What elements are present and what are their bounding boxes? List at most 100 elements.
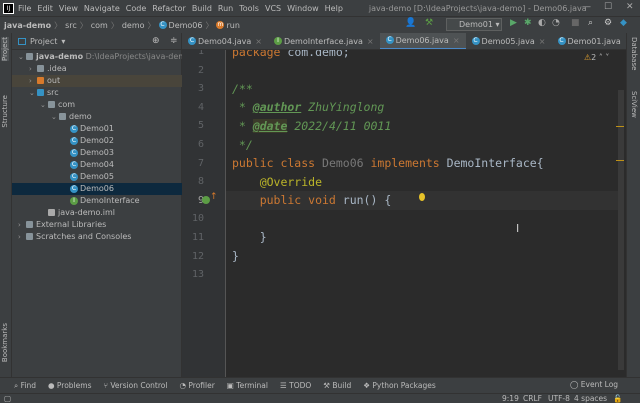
menu-window[interactable]: Window [287, 4, 319, 13]
tree-item[interactable]: C Demo03 [12, 147, 182, 159]
search-icon[interactable]: ⌕ [588, 18, 593, 28]
build-hammer-icon[interactable]: ⚒ [425, 18, 433, 28]
line-number: 9 [197, 194, 204, 206]
stop-icon[interactable]: ■ [571, 18, 580, 28]
line-number: 2 [197, 64, 204, 76]
chevron-down-icon[interactable]: ⌄ [18, 51, 26, 63]
editor-tab[interactable]: C Demo05.java × [466, 33, 552, 49]
structure-tool-button[interactable]: Structure [1, 95, 9, 128]
breadcrumb-method[interactable]: run [226, 21, 239, 30]
toggle-tool-windows-icon[interactable]: ▢ [4, 394, 11, 403]
tool-window-build[interactable]: ⚒ Build [323, 381, 351, 390]
class-icon: C [158, 21, 167, 29]
indent-setting[interactable]: 4 spaces [574, 394, 607, 403]
profile-icon[interactable]: ◔ [552, 18, 560, 28]
sciview-tool-button[interactable]: SciView [630, 91, 638, 118]
menu-build[interactable]: Build [192, 4, 212, 13]
file-encoding[interactable]: UTF-8 [548, 394, 570, 403]
gear-icon[interactable]: ⚙ [604, 18, 612, 28]
line-separator[interactable]: CRLF [523, 394, 542, 403]
breadcrumb-src[interactable]: src [65, 21, 77, 30]
tree-item[interactable]: C Demo04 [12, 159, 182, 171]
tool-window-version-control[interactable]: ⑂ Version Control [103, 381, 167, 390]
menu-edit[interactable]: Edit [37, 4, 53, 13]
implements-method-icon[interactable] [202, 196, 210, 204]
maximize-button[interactable]: ☐ [604, 2, 612, 12]
menu-vcs[interactable]: VCS [265, 4, 281, 13]
run-icon[interactable]: ▶ [510, 18, 517, 28]
chevron-down-icon[interactable]: ⌄ [29, 87, 37, 99]
run-configuration-dropdown[interactable]: Demo01 ▾ [446, 18, 502, 31]
menu-refactor[interactable]: Refactor [152, 4, 186, 13]
tool-window-todo[interactable]: ☰ TODO [280, 381, 311, 390]
editor-tab[interactable]: CDemo01.java× [552, 33, 626, 49]
tree-item[interactable]: › .idea [12, 63, 182, 75]
close-tab-icon[interactable]: × [255, 37, 262, 46]
tree-item[interactable]: ⌄ demo [12, 111, 182, 123]
tree-item[interactable]: C Demo01 [12, 123, 182, 135]
menu-tools[interactable]: Tools [239, 4, 259, 13]
tree-item[interactable]: ⌄ java-demo D:\IdeaProjects\java-demo [12, 51, 191, 63]
tree-item[interactable]: › out [12, 75, 182, 87]
breadcrumb-class[interactable]: Demo06 [169, 21, 203, 30]
tool-window-terminal[interactable]: ▣ Terminal [227, 381, 268, 390]
chevron-right-icon[interactable]: › [18, 231, 26, 243]
tree-item[interactable]: ⌄ src [12, 87, 182, 99]
menu-code[interactable]: Code [126, 4, 146, 13]
tool-window-problems[interactable]: ● Problems [48, 381, 92, 390]
breadcrumb-com[interactable]: com [91, 21, 108, 30]
breadcrumb-project[interactable]: java-demo [4, 21, 51, 30]
project-view-dropdown[interactable]: Project [30, 37, 57, 46]
tool-window-profiler[interactable]: ◔ Profiler [179, 381, 214, 390]
chevron-right-icon[interactable]: › [29, 75, 37, 87]
chevron-right-icon[interactable]: › [18, 219, 26, 231]
chevron-right-icon[interactable]: › [29, 63, 37, 75]
chevron-down-icon[interactable]: ⌄ [51, 111, 59, 123]
tree-item[interactable]: C Demo06 [12, 183, 182, 195]
tree-item[interactable]: ⌄ com [12, 99, 182, 111]
user-icon[interactable]: 👤 [405, 18, 416, 28]
menu-run[interactable]: Run [218, 4, 233, 13]
inspection-widget[interactable]: ⚠2 ˄ ˅ [584, 53, 609, 62]
bookmarks-tool-button[interactable]: Bookmarks [1, 323, 9, 362]
tree-item-label: External Libraries [36, 220, 107, 229]
close-tab-icon[interactable]: × [367, 37, 374, 46]
editor-tab[interactable]: C Demo06.java × [379, 33, 466, 49]
caret-position[interactable]: 9:19 [502, 394, 519, 403]
menu-navigate[interactable]: Navigate [84, 4, 120, 13]
tree-item[interactable]: › Scratches and Consoles [12, 231, 182, 243]
close-tab-icon[interactable]: × [453, 36, 460, 45]
editor-tab[interactable]: I DemoInterface.java × [268, 33, 380, 49]
lock-icon[interactable]: 🔓 [613, 394, 622, 403]
coverage-icon[interactable]: ◐ [538, 18, 546, 28]
tool-window-find[interactable]: ⌕ Find [14, 381, 36, 391]
tree-item[interactable]: › External Libraries [12, 219, 182, 231]
tree-item[interactable]: I DemoInterface [12, 195, 182, 207]
chevron-down-icon[interactable]: ⌄ [40, 99, 48, 111]
close-button[interactable]: ✕ [626, 2, 634, 12]
intention-bulb-icon[interactable] [419, 193, 425, 201]
tree-item[interactable]: C Demo02 [12, 135, 182, 147]
code-editor[interactable]: 1 2 3 4 5 6 7 8 9 10 11 12 13 package com.demo; /** … [182, 50, 626, 377]
menu-help[interactable]: Help [325, 4, 343, 13]
project-tool-button[interactable]: Project [1, 37, 9, 61]
close-tab-icon[interactable]: × [539, 37, 546, 46]
tool-icon: ● [47, 381, 55, 390]
breadcrumb-demo[interactable]: demo [122, 21, 145, 30]
line-number: 5 [197, 120, 204, 132]
tree-item[interactable]: C Demo05 [12, 171, 182, 183]
event-log-button[interactable]: ◯ Event Log [570, 380, 618, 389]
tool-window-python-packages[interactable]: ❖ Python Packages [363, 381, 436, 390]
editor-tab[interactable]: C Demo04.java × [182, 33, 268, 49]
editor-scrollbar[interactable] [618, 90, 624, 370]
tree-item[interactable]: java-demo.iml [12, 207, 182, 219]
minimize-button[interactable]: — [582, 2, 591, 12]
menu-file[interactable]: File [18, 4, 31, 13]
debug-icon[interactable]: ✱ [524, 18, 532, 28]
database-tool-button[interactable]: Database [630, 37, 638, 70]
menu-view[interactable]: View [59, 4, 78, 13]
update-icon[interactable]: ◆ [620, 18, 627, 28]
status-bar: ▢ 9:19 CRLF UTF-8 4 spaces 🔓 [0, 393, 640, 403]
expand-all-icon[interactable]: ≑ [170, 36, 178, 46]
locate-icon[interactable]: ⊕ [152, 36, 160, 46]
